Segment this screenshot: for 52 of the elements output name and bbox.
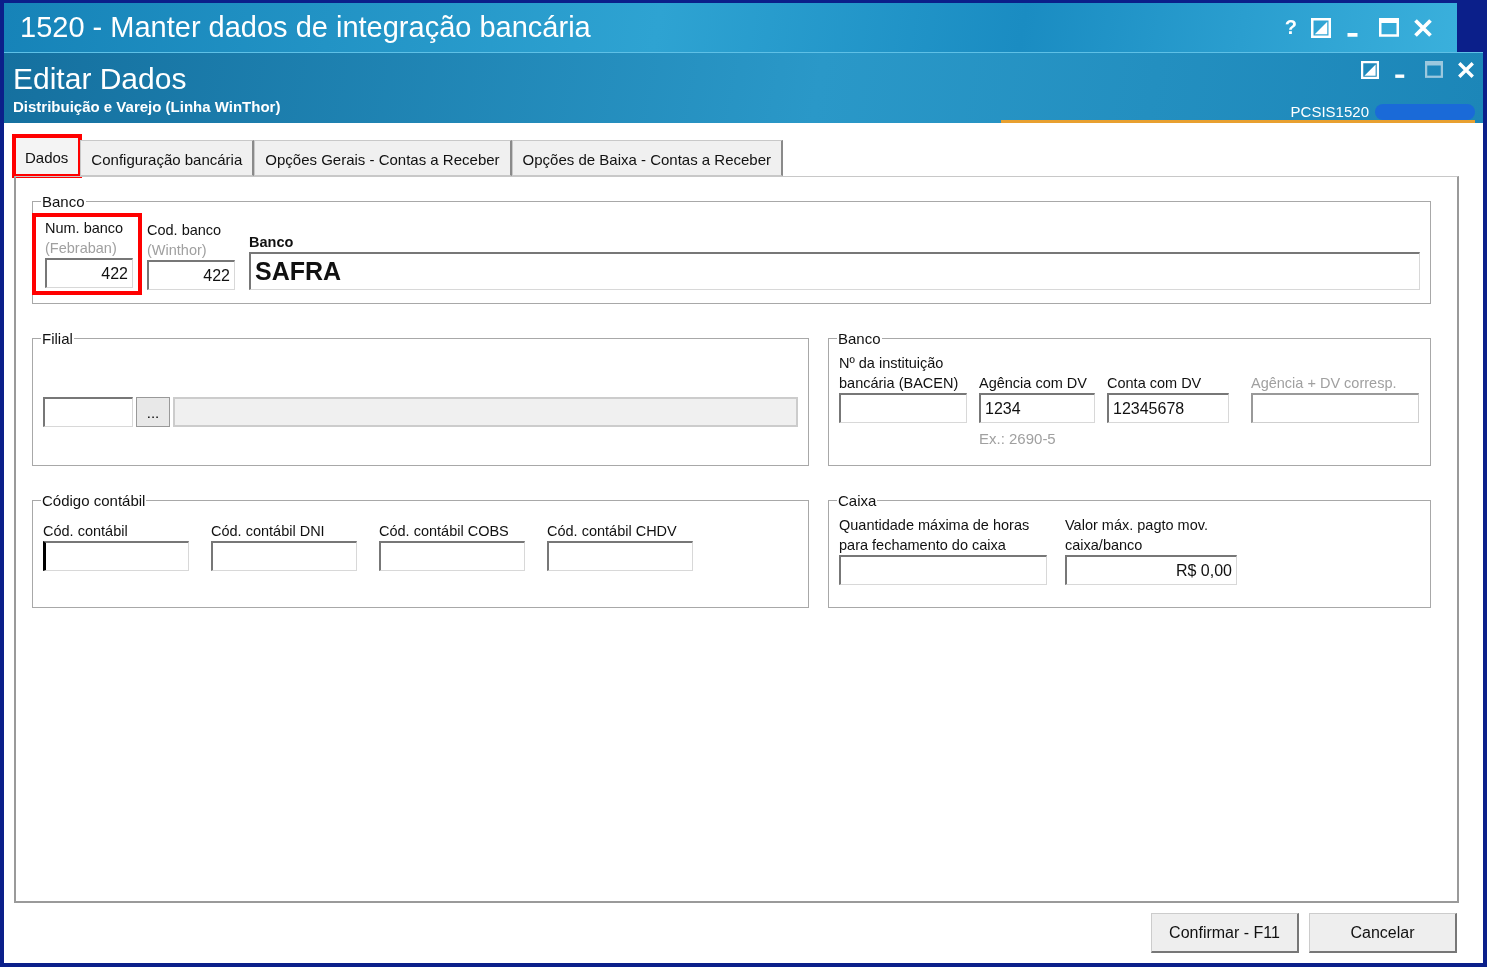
tab[interactable]: Opções de Baixa - Contas a Receber bbox=[511, 140, 784, 176]
input-field[interactable]: R$ 0,00 bbox=[1065, 555, 1237, 585]
input-field[interactable] bbox=[379, 541, 525, 571]
group-title: Código contábil bbox=[41, 492, 147, 509]
field-hint: Ex.: 2690-5 bbox=[979, 429, 1057, 449]
input-field[interactable]: 12345678 bbox=[1107, 393, 1229, 423]
confirm-button[interactable]: Confirmar - F11 bbox=[1151, 913, 1299, 953]
field-label: Banco bbox=[249, 233, 295, 252]
input-field[interactable] bbox=[547, 541, 693, 571]
group-title: Filial bbox=[41, 330, 74, 347]
field-label: Num. banco bbox=[45, 219, 125, 238]
input-field[interactable] bbox=[43, 397, 133, 427]
input-field[interactable] bbox=[839, 555, 1047, 585]
field-label: Agência com DV bbox=[979, 374, 1088, 393]
input-field[interactable] bbox=[839, 393, 967, 423]
maximize-icon bbox=[1425, 61, 1443, 79]
group-title: Caixa bbox=[837, 492, 878, 509]
close-icon[interactable] bbox=[1457, 61, 1475, 79]
maximize-icon[interactable] bbox=[1379, 17, 1399, 38]
field-label: Nº da instituição bancária (BACEN) bbox=[839, 354, 960, 393]
field-label: Cód. contábil CHDV bbox=[547, 522, 678, 541]
field-label: Valor máx. pagto mov. caixa/banco bbox=[1065, 516, 1209, 555]
dialog-title: Editar Dados bbox=[13, 61, 188, 96]
group-title: Banco bbox=[837, 330, 882, 347]
input-field[interactable] bbox=[211, 541, 357, 571]
input-field[interactable]: SAFRA bbox=[249, 252, 1420, 290]
field-label: Cod. banco bbox=[147, 221, 223, 240]
edit-icon[interactable] bbox=[1311, 17, 1331, 38]
browse-button[interactable]: ... bbox=[136, 397, 170, 427]
edit-icon[interactable] bbox=[1361, 61, 1379, 79]
input-field[interactable]: 422 bbox=[147, 260, 235, 290]
field-hint: (Winthor) bbox=[147, 241, 208, 260]
tab[interactable]: Configuração bancária bbox=[80, 140, 255, 176]
field-hint: (Febraban) bbox=[45, 239, 118, 258]
input-field[interactable]: 422 bbox=[45, 258, 133, 288]
close-icon[interactable] bbox=[1413, 17, 1433, 38]
tab[interactable]: Opções Gerais - Contas a Receber bbox=[254, 140, 512, 176]
field-label: Cód. contábil COBS bbox=[379, 522, 510, 541]
dialog-subtitle: Distribuição e Varejo (Linha WinThor) bbox=[13, 97, 281, 115]
field-label: Cód. contábil DNI bbox=[211, 522, 326, 541]
program-code: PCSIS1520 bbox=[1290, 103, 1369, 120]
cancel-button[interactable]: Cancelar bbox=[1309, 913, 1457, 953]
field-label: Cód. contábil bbox=[43, 522, 129, 541]
tab[interactable]: Dados bbox=[14, 136, 81, 176]
group-title: Banco bbox=[41, 193, 86, 210]
field-label: Conta com DV bbox=[1107, 374, 1203, 393]
field-label: Quantidade máxima de horas para fechamento do caixa bbox=[839, 516, 1031, 555]
input-field[interactable] bbox=[173, 397, 798, 427]
input-field[interactable] bbox=[43, 541, 189, 571]
field-label: Agência + DV corresp. bbox=[1251, 374, 1398, 393]
window-title: 1520 - Manter dados de integração bancária bbox=[20, 11, 591, 44]
input-field[interactable]: 1234 bbox=[979, 393, 1095, 423]
